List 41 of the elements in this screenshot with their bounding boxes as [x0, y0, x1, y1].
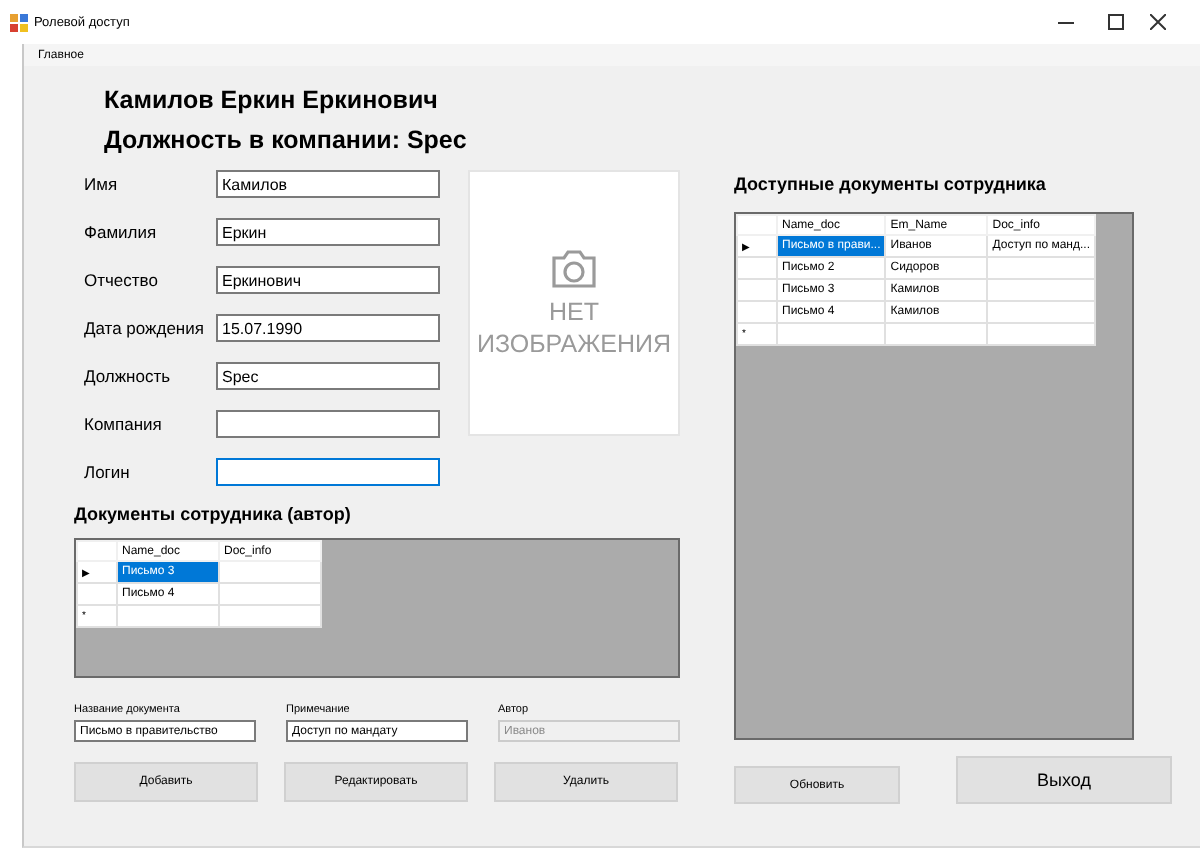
text-field[interactable]: Еркинович — [216, 266, 440, 294]
field-label: Дата рождения — [84, 318, 206, 338]
row-header[interactable] — [737, 301, 777, 323]
app-icon — [10, 13, 28, 31]
field-label: Компания — [84, 414, 164, 434]
field-label: Имя — [84, 174, 120, 194]
field-label: Логин — [84, 462, 132, 482]
field-label: Отчество — [84, 270, 160, 290]
close-icon[interactable] — [1150, 14, 1166, 30]
camera-icon — [550, 247, 598, 289]
table-cell[interactable] — [117, 605, 219, 627]
minimize-icon[interactable] — [1057, 21, 1073, 23]
corner-header — [737, 215, 777, 235]
row-header[interactable] — [737, 279, 777, 301]
text-field[interactable] — [216, 410, 440, 438]
maximize-icon[interactable] — [1107, 14, 1123, 30]
table-cell[interactable] — [987, 279, 1095, 301]
section-title: Документы сотрудника (автор) — [74, 504, 351, 524]
text-field[interactable]: 15.07.1990 — [216, 314, 440, 342]
table-cell[interactable] — [777, 323, 886, 345]
exit-button[interactable]: Выход — [956, 756, 1172, 804]
corner-header — [77, 541, 117, 561]
row-header[interactable] — [77, 583, 117, 605]
employee-position: Должность в компании: Spec — [104, 124, 469, 158]
row-header[interactable] — [737, 257, 777, 279]
table-cell[interactable] — [219, 605, 321, 627]
table-cell[interactable] — [885, 323, 988, 345]
employee-name: Камилов Еркин Еркинович — [104, 84, 440, 118]
text-field[interactable]: Spec — [216, 362, 440, 390]
field-label: Должность — [84, 366, 173, 386]
table-cell[interactable] — [987, 257, 1095, 279]
text-field[interactable]: Еркин — [216, 218, 440, 246]
table-cell[interactable] — [987, 301, 1095, 323]
image-frame: НЕТ ИЗОБРАЖЕНИЯ — [468, 170, 680, 436]
text-field[interactable] — [216, 458, 440, 486]
table-cell[interactable] — [219, 561, 321, 583]
text-field[interactable]: Камилов — [216, 170, 440, 198]
table-cell[interactable] — [987, 323, 1095, 345]
field-label: Фамилия — [84, 222, 159, 242]
table-cell[interactable] — [219, 583, 321, 605]
section-title: Доступные документы сотрудника — [734, 174, 1046, 194]
